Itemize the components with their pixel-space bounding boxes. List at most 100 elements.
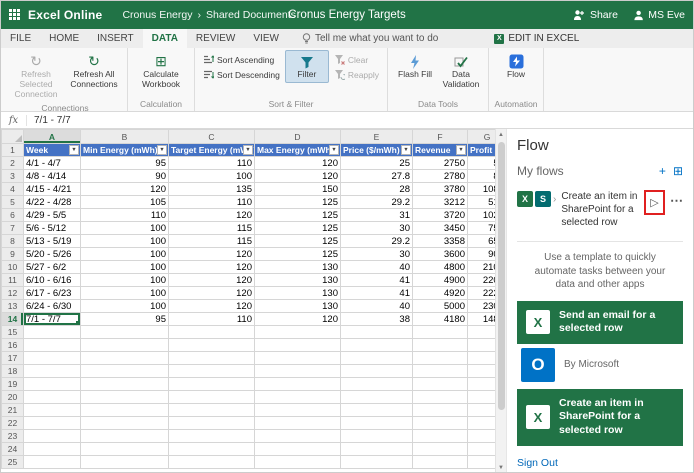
cell-B25[interactable] (80, 455, 169, 469)
cell-E5[interactable]: 29.2 (340, 195, 413, 209)
header-cell-C1[interactable]: Target Energy (mWh) ▼ (168, 143, 255, 157)
cell-A25[interactable] (23, 455, 81, 469)
row-header-14[interactable]: 14 (1, 312, 24, 326)
cell-F7[interactable]: 3450 (412, 221, 468, 235)
row-header-16[interactable]: 16 (1, 338, 24, 352)
cell-E7[interactable]: 30 (340, 221, 413, 235)
cell-B3[interactable]: 90 (80, 169, 169, 183)
cell-C9[interactable]: 120 (168, 247, 255, 261)
cell-D10[interactable]: 130 (254, 260, 341, 274)
row-header-1[interactable]: 1 (1, 143, 24, 157)
row-header-24[interactable]: 24 (1, 442, 24, 456)
filter-dropdown-icon[interactable]: ▼ (69, 145, 79, 155)
cell-F6[interactable]: 3720 (412, 208, 468, 222)
cell-A11[interactable]: 6/10 - 6/16 (23, 273, 81, 287)
cell-D2[interactable]: 120 (254, 156, 341, 170)
cell-B13[interactable]: 100 (80, 299, 169, 313)
cell-B19[interactable] (80, 377, 169, 391)
cell-B4[interactable]: 120 (80, 182, 169, 196)
cell-A20[interactable] (23, 390, 81, 404)
cell-B7[interactable]: 100 (80, 221, 169, 235)
cell-B24[interactable] (80, 442, 169, 456)
tab-review[interactable]: REVIEW (187, 29, 244, 48)
cell-D18[interactable] (254, 364, 341, 378)
cell-F16[interactable] (412, 338, 468, 352)
cell-C20[interactable] (168, 390, 255, 404)
cell-C22[interactable] (168, 416, 255, 430)
cell-C6[interactable]: 120 (168, 208, 255, 222)
cell-A21[interactable] (23, 403, 81, 417)
cell-F10[interactable]: 4800 (412, 260, 468, 274)
refresh-all-connections-button[interactable]: ↻ Refresh All Connections (66, 50, 122, 93)
cell-F11[interactable]: 4900 (412, 273, 468, 287)
cell-D22[interactable] (254, 416, 341, 430)
cell-F12[interactable]: 4920 (412, 286, 468, 300)
tab-home[interactable]: HOME (40, 29, 88, 48)
column-header-E[interactable]: E (340, 129, 413, 144)
cell-A10[interactable]: 5/27 - 6/2 (23, 260, 81, 274)
cell-F2[interactable]: 2750 (412, 156, 468, 170)
filter-dropdown-icon[interactable]: ▼ (157, 145, 167, 155)
row-header-21[interactable]: 21 (1, 403, 24, 417)
cell-A15[interactable] (23, 325, 81, 339)
row-header-25[interactable]: 25 (1, 455, 24, 469)
cell-A6[interactable]: 4/29 - 5/5 (23, 208, 81, 222)
header-cell-F1[interactable]: Revenue ▼ (412, 143, 468, 157)
edit-in-excel-button[interactable]: X EDIT IN EXCEL (494, 29, 579, 48)
clear-filter-button[interactable]: Clear (331, 53, 382, 66)
row-header-20[interactable]: 20 (1, 390, 24, 404)
row-header-11[interactable]: 11 (1, 273, 24, 287)
cell-E8[interactable]: 29.2 (340, 234, 413, 248)
row-header-7[interactable]: 7 (1, 221, 24, 235)
cell-D8[interactable]: 125 (254, 234, 341, 248)
app-launcher-icon[interactable] (9, 9, 21, 21)
cell-F23[interactable] (412, 429, 468, 443)
cell-E15[interactable] (340, 325, 413, 339)
cell-E2[interactable]: 25 (340, 156, 413, 170)
column-header-A[interactable]: A (23, 129, 81, 144)
cell-D20[interactable] (254, 390, 341, 404)
cell-A7[interactable]: 5/6 - 5/12 (23, 221, 81, 235)
cell-F5[interactable]: 3212 (412, 195, 468, 209)
cell-D3[interactable]: 120 (254, 169, 341, 183)
cell-B17[interactable] (80, 351, 169, 365)
cell-F9[interactable]: 3600 (412, 247, 468, 261)
cell-C18[interactable] (168, 364, 255, 378)
breadcrumb-site[interactable]: Cronus Energy (122, 9, 192, 21)
flash-fill-button[interactable]: Flash Fill (393, 50, 437, 83)
cell-D6[interactable]: 125 (254, 208, 341, 222)
template-card-create-sharepoint-item[interactable]: X Create an item in SharePoint for a sel… (517, 388, 683, 446)
cell-C4[interactable]: 135 (168, 182, 255, 196)
filter-dropdown-icon[interactable]: ▼ (401, 145, 411, 155)
formula-bar-value[interactable]: 7/1 - 7/7 (27, 115, 71, 126)
cell-F13[interactable]: 5000 (412, 299, 468, 313)
column-header-C[interactable]: C (168, 129, 255, 144)
scroll-down-icon[interactable]: ▼ (496, 462, 506, 472)
template-card-send-email[interactable]: X Send an email for a selected row (517, 300, 683, 344)
breadcrumb-library[interactable]: Shared Documents (206, 9, 296, 21)
cell-F4[interactable]: 3780 (412, 182, 468, 196)
cell-C14[interactable]: 110 (168, 312, 255, 326)
filter-button[interactable]: Filter (284, 50, 329, 83)
cell-D12[interactable]: 130 (254, 286, 341, 300)
reapply-filter-button[interactable]: Reapply (331, 68, 382, 81)
cell-A3[interactable]: 4/8 - 4/14 (23, 169, 81, 183)
cell-B5[interactable]: 105 (80, 195, 169, 209)
column-header-B[interactable]: B (80, 129, 169, 144)
row-header-18[interactable]: 18 (1, 364, 24, 378)
tell-me-box[interactable]: Tell me what you want to do (302, 29, 438, 48)
cell-B8[interactable]: 100 (80, 234, 169, 248)
cell-A13[interactable]: 6/24 - 6/30 (23, 299, 81, 313)
row-header-19[interactable]: 19 (1, 377, 24, 391)
cell-D7[interactable]: 125 (254, 221, 341, 235)
cell-C2[interactable]: 110 (168, 156, 255, 170)
cell-C10[interactable]: 120 (168, 260, 255, 274)
row-header-3[interactable]: 3 (1, 169, 24, 183)
cell-E25[interactable] (340, 455, 413, 469)
column-header-F[interactable]: F (412, 129, 468, 144)
cell-C24[interactable] (168, 442, 255, 456)
cell-E24[interactable] (340, 442, 413, 456)
cell-C21[interactable] (168, 403, 255, 417)
cell-D19[interactable] (254, 377, 341, 391)
user-menu[interactable]: MS Eve (633, 9, 685, 21)
